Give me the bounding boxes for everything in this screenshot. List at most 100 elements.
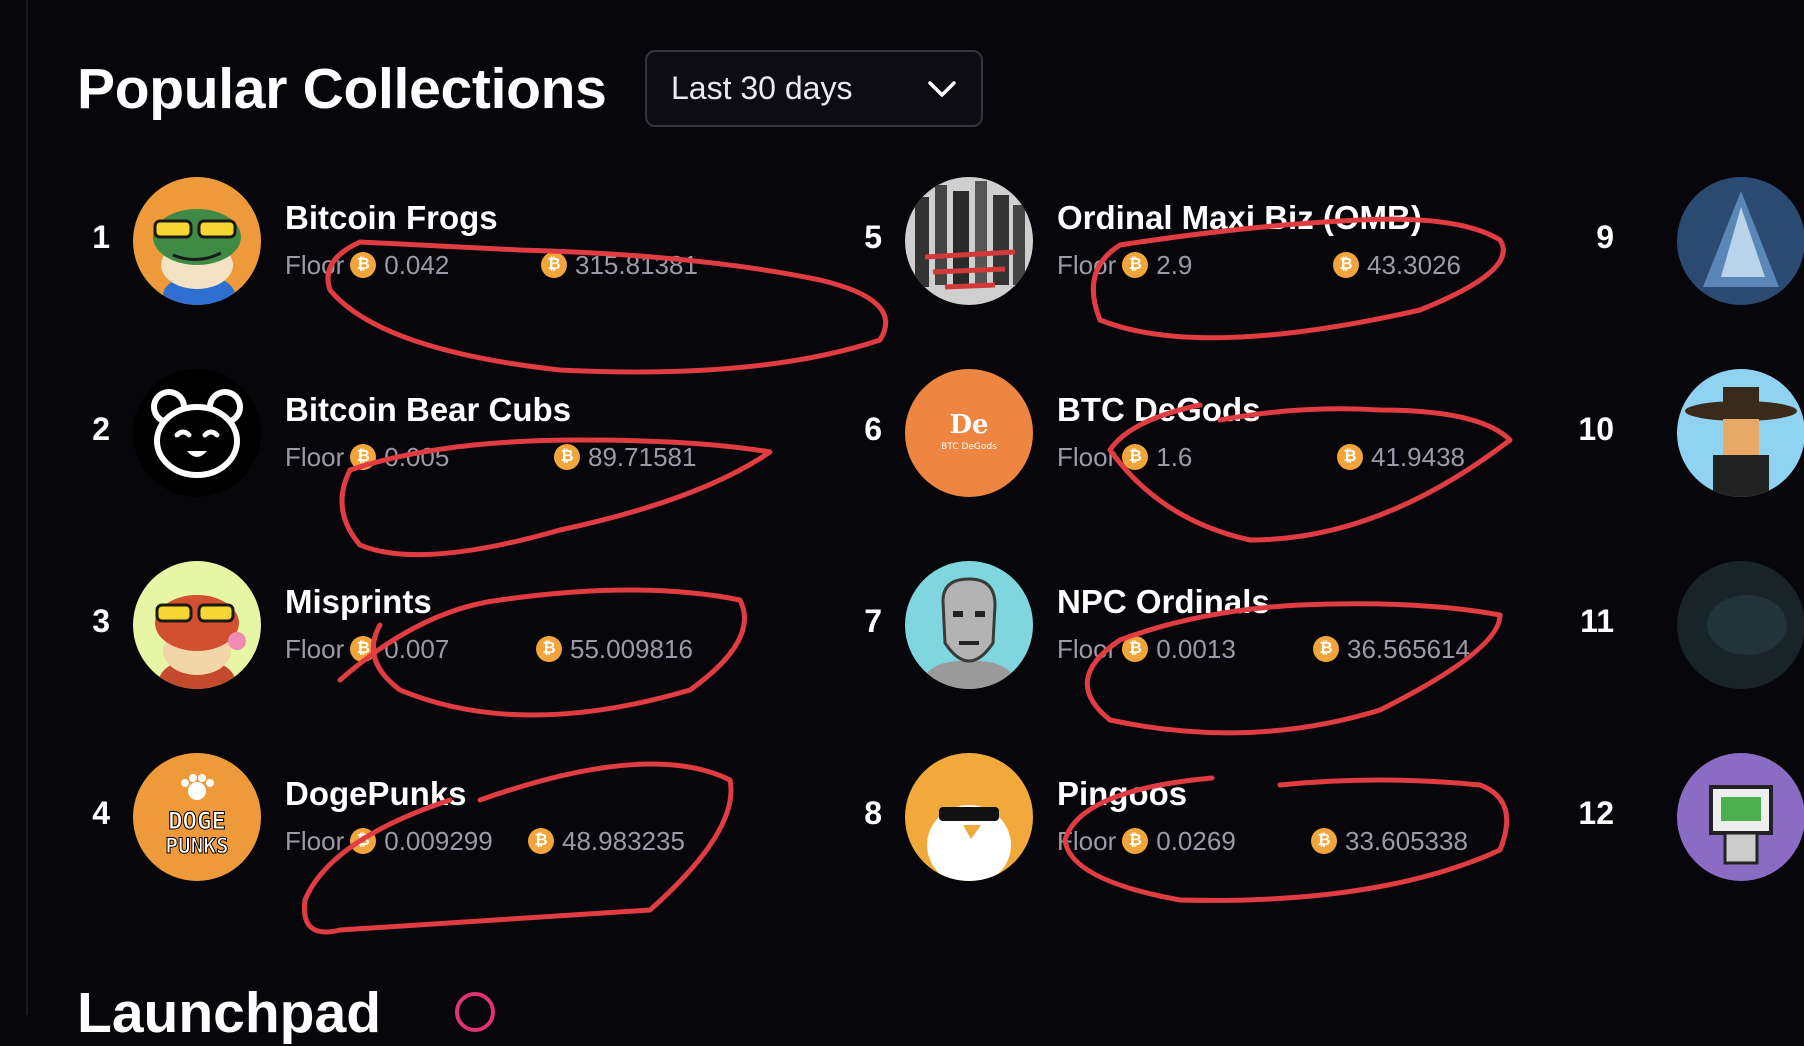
collection-row[interactable]: 1 Bitcoin Frogs Floor ₿ 0.042 ₿ 315.81381 xyxy=(0,177,760,305)
bitcoin-icon: ₿ xyxy=(536,636,562,663)
rank-number: 5 xyxy=(864,219,882,255)
floor-price: 0.0269 xyxy=(1156,826,1236,856)
bitcoin-icon: ₿ xyxy=(1122,444,1149,471)
rank-number: 10 xyxy=(1578,411,1614,447)
chevron-down-icon xyxy=(928,80,956,97)
collection-avatar xyxy=(905,561,1033,689)
collection-stats: Floor ₿ 0.0269 ₿ 33.605338 xyxy=(1057,826,1468,857)
avatar-text: BTC DeGods xyxy=(941,442,997,452)
bitcoin-icon: ₿ xyxy=(1311,828,1337,855)
collection-avatar xyxy=(1677,369,1804,497)
floor-label: Floor xyxy=(285,826,345,856)
collection-avatar xyxy=(133,369,261,497)
collection-stats: Floor ₿ 1.6 ₿ 41.9438 xyxy=(1057,442,1465,473)
rank-number: 8 xyxy=(864,795,882,831)
volume-value: 315.81381 xyxy=(575,250,698,280)
avatar-text: PUNKS xyxy=(165,834,228,858)
collection-avatar xyxy=(1677,561,1804,689)
collection-stats: Floor ₿ 0.042 ₿ 315.81381 xyxy=(285,250,698,281)
volume-value: 43.3026 xyxy=(1367,250,1461,280)
collection-stats: Floor ₿ 2.9 ₿ 43.3026 xyxy=(1057,250,1461,281)
rank-number: 9 xyxy=(1596,219,1614,255)
collection-stats: Floor ₿ 0.0013 ₿ 36.565614 xyxy=(1057,634,1470,665)
floor-label: Floor xyxy=(285,250,345,280)
collection-row[interactable]: 11 xyxy=(1544,561,1804,689)
collection-row[interactable]: 5 Ordinal Maxi Biz (OMB) Floor ₿ 2.9 ₿ 43.3… xyxy=(772,177,1532,305)
collection-avatar xyxy=(1677,177,1804,305)
collection-stats: Floor ₿ 0.007 ₿ 55.009816 xyxy=(285,634,693,665)
collection-name: DogePunks xyxy=(285,775,467,812)
bitcoin-icon: ₿ xyxy=(528,828,554,855)
collection-row[interactable]: 2 Bitcoin Bear Cubs Floor ₿ 0.005 ₿ 89.7158… xyxy=(0,369,760,497)
time-range-select[interactable]: Last 30 days xyxy=(645,50,983,127)
floor-price: 0.0013 xyxy=(1156,634,1236,664)
bitcoin-icon: ₿ xyxy=(350,828,377,855)
collection-row[interactable]: 8 Pingoos Floor ₿ 0.0269 ₿ 33.605338 xyxy=(772,753,1532,881)
bitcoin-icon: ₿ xyxy=(1122,252,1149,279)
collection-stats: Floor ₿ 0.009299 ₿ 48.983235 xyxy=(285,826,685,857)
floor-price: 0.005 xyxy=(384,442,450,472)
volume-value: 33.605338 xyxy=(1345,826,1468,856)
time-range-value: Last 30 days xyxy=(671,70,853,106)
collection-name: Ordinal Maxi Biz (OMB) xyxy=(1057,199,1422,236)
floor-price: 0.009299 xyxy=(384,826,493,856)
bitcoin-icon: ₿ xyxy=(1313,636,1339,663)
collection-avatar xyxy=(905,177,1033,305)
rank-number: 4 xyxy=(92,795,110,831)
bitcoin-icon: ₿ xyxy=(1333,252,1359,279)
page-title: Popular Collections xyxy=(77,57,607,121)
info-icon[interactable] xyxy=(455,992,495,1032)
collection-name: Misprints xyxy=(285,583,432,620)
avatar-text: DOGE xyxy=(168,807,226,835)
bitcoin-icon: ₿ xyxy=(541,252,567,279)
collection-name: Bitcoin Bear Cubs xyxy=(285,391,572,428)
collection-avatar xyxy=(905,753,1033,881)
volume-value: 48.983235 xyxy=(562,826,685,856)
collection-avatar: De BTC DeGods xyxy=(905,369,1033,497)
bitcoin-icon: ₿ xyxy=(1122,636,1149,663)
floor-label: Floor xyxy=(285,634,345,664)
bitcoin-icon: ₿ xyxy=(1337,444,1363,471)
bitcoin-icon: ₿ xyxy=(350,252,377,279)
collection-row[interactable]: 9 xyxy=(1544,177,1804,305)
floor-price: 0.007 xyxy=(384,634,450,664)
collection-avatar xyxy=(133,177,261,305)
bitcoin-icon: ₿ xyxy=(350,444,377,471)
floor-label: Floor xyxy=(1057,826,1117,856)
bitcoin-icon: ₿ xyxy=(554,444,580,471)
collection-row[interactable]: 10 xyxy=(1544,369,1804,497)
collection-name: Bitcoin Frogs xyxy=(285,199,498,236)
rank-number: 3 xyxy=(92,603,110,639)
collection-row[interactable]: 12 xyxy=(1544,753,1804,881)
collection-name: NPC Ordinals xyxy=(1057,583,1270,620)
avatar-text: De xyxy=(949,410,988,440)
collection-avatar xyxy=(1677,753,1804,881)
collection-row[interactable]: 4 DOGE PUNKS DogePunks Floor ₿ 0.009299 ₿ 4… xyxy=(0,753,760,881)
collection-avatar: DOGE PUNKS xyxy=(133,753,261,881)
collection-name: BTC DeGods xyxy=(1057,391,1261,428)
bitcoin-icon: ₿ xyxy=(1122,828,1149,855)
volume-value: 36.565614 xyxy=(1347,634,1470,664)
floor-price: 2.9 xyxy=(1156,250,1193,280)
section-title: Launchpad xyxy=(77,981,382,1045)
collection-row[interactable]: 7 NPC Ordinals Floor ₿ 0.0013 ₿ 36.565614 xyxy=(772,561,1532,689)
bitcoin-icon: ₿ xyxy=(350,636,377,663)
collection-name: Pingoos xyxy=(1057,775,1188,812)
rank-number: 6 xyxy=(864,411,882,447)
collection-row[interactable]: 3 Misprints Floor ₿ 0.007 ₿ 55.009816 xyxy=(0,561,760,689)
rank-number: 2 xyxy=(92,411,110,447)
volume-value: 55.009816 xyxy=(570,634,693,664)
floor-label: Floor xyxy=(1057,634,1117,664)
rank-number: 11 xyxy=(1580,603,1614,639)
volume-value: 89.71581 xyxy=(588,442,697,472)
floor-label: Floor xyxy=(1057,442,1117,472)
floor-price: 0.042 xyxy=(384,250,450,280)
floor-label: Floor xyxy=(1057,250,1117,280)
collection-avatar xyxy=(133,561,261,689)
rank-number: 1 xyxy=(92,219,110,255)
collection-row[interactable]: 6 De BTC DeGods BTC DeGods Floor ₿ 1.6 ₿ 41… xyxy=(772,369,1532,497)
collection-stats: Floor ₿ 0.005 ₿ 89.71581 xyxy=(285,442,696,473)
floor-price: 1.6 xyxy=(1156,442,1193,472)
rank-number: 7 xyxy=(864,603,882,639)
floor-label: Floor xyxy=(285,442,345,472)
